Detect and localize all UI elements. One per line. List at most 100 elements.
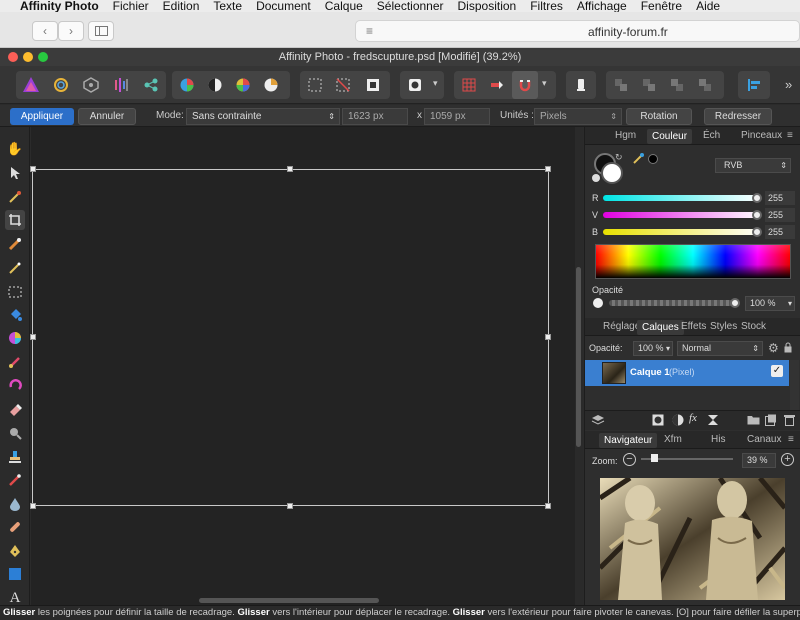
mask-layer-icon[interactable] xyxy=(652,414,664,429)
arrange-forward-button[interactable] xyxy=(664,71,690,99)
selection-brush-tool[interactable] xyxy=(5,234,25,254)
crop-handle[interactable] xyxy=(545,503,551,509)
export-persona-button[interactable] xyxy=(138,71,164,99)
layer-opacity-field[interactable]: 100 % ▾ xyxy=(633,341,673,356)
layer-stack-icon[interactable] xyxy=(591,414,605,430)
color-spectrum[interactable] xyxy=(595,244,791,279)
crop-handle[interactable] xyxy=(287,166,293,172)
lock-icon[interactable] xyxy=(784,342,792,356)
hand-tool[interactable]: ✋ xyxy=(5,139,25,159)
fill-color-well[interactable] xyxy=(601,162,623,184)
crop-mode-select[interactable]: Sans contrainte ⇕ xyxy=(186,108,340,125)
deselect-button[interactable] xyxy=(330,71,356,99)
crop-rectangle[interactable] xyxy=(32,169,549,506)
opacity-slider[interactable] xyxy=(609,300,737,306)
layer-visibility-checkbox[interactable]: ✓ xyxy=(771,365,783,377)
menu-app-name[interactable]: Affinity Photo xyxy=(20,0,99,12)
chevron-down-icon[interactable]: ▾ xyxy=(542,78,547,89)
healing-brush-tool[interactable] xyxy=(5,470,25,490)
menu-texte[interactable]: Texte xyxy=(213,0,242,12)
crop-handle[interactable] xyxy=(30,166,36,172)
crop-handle[interactable] xyxy=(287,503,293,509)
add-layer-icon[interactable] xyxy=(765,414,777,429)
v-slider-knob[interactable] xyxy=(752,210,762,220)
menu-calque[interactable]: Calque xyxy=(325,0,363,12)
color-picker-tool[interactable] xyxy=(5,187,25,207)
menu-disposition[interactable]: Disposition xyxy=(458,0,517,12)
tab-history[interactable]: His xyxy=(711,434,725,445)
trash-icon[interactable] xyxy=(784,414,795,429)
tab-colour[interactable]: Couleur xyxy=(647,129,693,144)
auto-levels-button[interactable] xyxy=(174,71,200,99)
tab-brushes[interactable]: Pinceaux xyxy=(741,130,782,141)
cancel-button[interactable]: Annuler xyxy=(78,108,136,125)
quick-mask-button[interactable] xyxy=(402,71,428,99)
layer-row[interactable]: Calque 1 (Pixel) ✓ xyxy=(585,360,789,386)
close-window-button[interactable] xyxy=(8,52,18,62)
arrange-back-button[interactable] xyxy=(608,71,634,99)
tab-styles[interactable]: Styles xyxy=(710,321,737,332)
apply-button[interactable]: Appliquer xyxy=(10,108,74,125)
menu-document[interactable]: Document xyxy=(256,0,311,12)
vertical-scrollbar[interactable] xyxy=(576,267,581,447)
zoom-in-button[interactable]: + xyxy=(781,453,794,466)
crop-width-field[interactable]: 1623 px xyxy=(342,108,408,125)
minimize-window-button[interactable] xyxy=(23,52,33,62)
move-tool[interactable] xyxy=(5,163,25,183)
no-color-icon[interactable] xyxy=(592,174,600,182)
tab-adjustments[interactable]: Réglage xyxy=(603,321,640,332)
gradient-tool[interactable] xyxy=(5,328,25,348)
panel-menu-icon[interactable]: ≡ xyxy=(788,434,794,445)
r-value-field[interactable]: 255 xyxy=(765,191,795,205)
blemish-removal-tool[interactable] xyxy=(5,517,25,537)
crop-height-field[interactable]: 1059 px xyxy=(424,108,490,125)
erase-brush-tool[interactable] xyxy=(5,399,25,419)
develop-persona-button[interactable] xyxy=(78,71,104,99)
auto-contrast-button[interactable] xyxy=(202,71,228,99)
tone-mapping-persona-button[interactable] xyxy=(108,71,134,99)
grid-button[interactable] xyxy=(456,71,482,99)
tab-histogram[interactable]: Hgm xyxy=(615,130,636,141)
clone-brush-tool[interactable] xyxy=(5,447,25,467)
flood-select-tool[interactable] xyxy=(5,258,25,278)
chevron-down-icon[interactable]: ▾ xyxy=(788,297,792,310)
b-value-field[interactable]: 255 xyxy=(765,225,795,239)
gear-icon[interactable]: ⚙ xyxy=(768,341,779,355)
snapping-button[interactable] xyxy=(512,71,538,99)
b-slider-knob[interactable] xyxy=(752,227,762,237)
zoom-window-button[interactable] xyxy=(38,52,48,62)
menu-aide[interactable]: Aide xyxy=(696,0,720,12)
swap-colors-icon[interactable]: ↻ xyxy=(615,152,623,163)
navigator-preview[interactable] xyxy=(600,478,785,600)
arrange-backward-button[interactable] xyxy=(636,71,662,99)
alignment-button[interactable] xyxy=(741,71,767,99)
document-canvas[interactable] xyxy=(30,127,576,605)
live-filter-icon[interactable] xyxy=(707,414,719,429)
selection-marquee-button[interactable] xyxy=(302,71,328,99)
paint-brush-tool[interactable] xyxy=(5,352,25,372)
auto-colors-button[interactable] xyxy=(230,71,256,99)
forward-button[interactable]: › xyxy=(58,21,84,41)
fx-icon[interactable]: fx xyxy=(689,412,697,424)
color-picker-button[interactable] xyxy=(633,152,645,167)
straighten-button[interactable]: Redresser xyxy=(704,108,772,125)
color-replacement-tool[interactable] xyxy=(5,376,25,396)
tab-layers[interactable]: Calques xyxy=(637,320,684,335)
auto-white-balance-button[interactable] xyxy=(258,71,284,99)
arrange-front-button[interactable] xyxy=(692,71,718,99)
tab-effects[interactable]: Effets xyxy=(681,321,706,332)
tab-navigator[interactable]: Navigateur xyxy=(599,433,658,448)
align-button[interactable] xyxy=(484,71,510,99)
crop-tool[interactable] xyxy=(5,210,25,230)
menu-filtres[interactable]: Filtres xyxy=(530,0,563,12)
menu-selectionner[interactable]: Sélectionner xyxy=(377,0,444,12)
units-select[interactable]: Pixels ⇕ xyxy=(534,108,622,125)
adjustment-layer-icon[interactable] xyxy=(672,414,684,429)
photo-persona-button[interactable] xyxy=(18,71,44,99)
zoom-slider-knob[interactable] xyxy=(651,454,658,462)
menu-edition[interactable]: Edition xyxy=(163,0,200,12)
v-slider[interactable] xyxy=(603,212,761,218)
chevron-down-icon[interactable]: ▾ xyxy=(666,342,670,355)
horizontal-scrollbar[interactable] xyxy=(199,598,379,603)
tab-swatches[interactable]: Éch xyxy=(703,130,720,141)
